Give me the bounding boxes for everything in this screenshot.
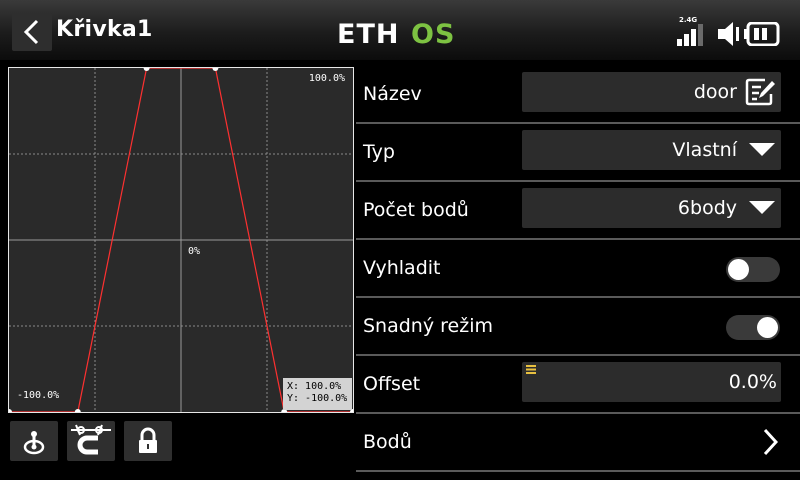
cursor-x-value: X: 100.0% xyxy=(287,381,342,392)
points-count-dropdown[interactable]: 6body xyxy=(522,188,781,228)
curve-point[interactable] xyxy=(212,68,219,71)
points-count-label: Počet bodů xyxy=(363,199,469,221)
type-dropdown[interactable]: Vlastní xyxy=(522,130,781,170)
toggle-knob xyxy=(757,317,778,338)
row-offset: Offset 0.0% xyxy=(356,358,800,414)
speaker-muted-icon[interactable] xyxy=(716,21,742,47)
type-label: Typ xyxy=(363,141,395,163)
curve-graph[interactable]: 100.0% 0% -100.0% xyxy=(8,67,354,413)
magnet-snap-button[interactable] xyxy=(67,421,115,461)
signal-bars-icon xyxy=(677,24,703,46)
curve-point[interactable] xyxy=(9,409,12,412)
rf-band-label: 2.4G xyxy=(679,16,698,24)
curve-point[interactable] xyxy=(74,409,81,412)
edit-icon xyxy=(745,78,775,106)
easy-mode-label: Snadný režim xyxy=(363,315,493,337)
menu-icon xyxy=(526,365,536,374)
back-button[interactable] xyxy=(12,13,52,51)
smooth-label: Vyhladit xyxy=(363,257,441,279)
svg-text:ETH: ETH xyxy=(337,20,399,46)
type-value: Vlastní xyxy=(672,139,737,161)
toggle-knob xyxy=(728,259,749,280)
offset-label: Offset xyxy=(363,373,421,395)
row-points-list[interactable]: Bodů xyxy=(356,416,800,472)
points-count-value: 6body xyxy=(677,197,737,219)
trim-stick-icon xyxy=(23,431,45,455)
graph-center-label: 0% xyxy=(188,246,201,257)
dropdown-arrow-icon xyxy=(749,201,775,214)
offset-value: 0.0% xyxy=(728,371,777,393)
graph-min-label: -100.0% xyxy=(17,390,60,401)
name-label: Název xyxy=(363,83,422,105)
lock-icon xyxy=(139,427,157,453)
smooth-toggle[interactable] xyxy=(726,257,780,282)
svg-text:OS: OS xyxy=(411,20,455,46)
page-title: Křivka1 xyxy=(56,17,153,42)
row-easy-mode: Snadný režim xyxy=(356,300,800,356)
curve-plot[interactable] xyxy=(9,68,353,412)
lock-button[interactable] xyxy=(124,421,172,461)
row-points-count: Počet bodů 6body xyxy=(356,184,800,240)
cursor-coordinates: X: 100.0% Y: -100.0% xyxy=(283,378,352,410)
name-value: door xyxy=(693,81,737,103)
chevron-right-icon xyxy=(763,428,778,456)
ethos-logo: ETH OS xyxy=(337,20,455,46)
back-arrow-icon xyxy=(23,19,39,45)
points-list-label: Bodů xyxy=(363,431,412,453)
cursor-y-value: Y: -100.0% xyxy=(287,393,348,404)
header-bar: Křivka1 ETH OS 2.4G xyxy=(0,0,800,60)
row-type: Typ Vlastní xyxy=(356,126,800,182)
dropdown-arrow-icon xyxy=(749,143,775,156)
name-field[interactable]: door xyxy=(522,72,781,112)
easy-mode-toggle[interactable] xyxy=(726,315,780,340)
magnet-snap-icon xyxy=(71,424,111,455)
battery-icon xyxy=(744,22,780,46)
offset-field[interactable]: 0.0% xyxy=(522,362,781,402)
graph-max-label: 100.0% xyxy=(308,73,345,84)
row-name: Název door xyxy=(356,68,800,124)
row-smooth: Vyhladit xyxy=(356,242,800,298)
curve-point[interactable] xyxy=(143,68,150,71)
trim-stick-button[interactable] xyxy=(10,421,58,461)
